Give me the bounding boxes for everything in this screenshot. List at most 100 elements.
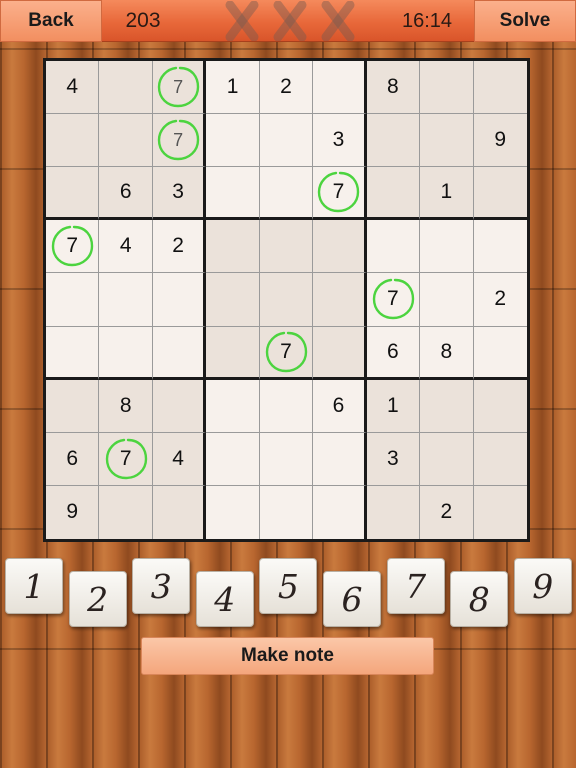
board-cell[interactable]: 8 xyxy=(420,326,474,380)
board-cell[interactable] xyxy=(206,432,260,486)
board-cell[interactable] xyxy=(259,432,314,486)
board-cell[interactable] xyxy=(152,379,207,433)
board-cell[interactable] xyxy=(99,485,153,539)
board-cell[interactable] xyxy=(206,379,260,433)
board-cell[interactable]: 7 xyxy=(313,167,367,221)
board-cell[interactable]: 3 xyxy=(366,432,421,486)
board-cell[interactable] xyxy=(313,485,367,539)
board-cell[interactable] xyxy=(473,326,527,380)
cell-value: 8 xyxy=(440,339,453,363)
board-cell[interactable]: 9 xyxy=(46,485,100,539)
board-cell[interactable] xyxy=(366,167,421,221)
cell-value: 6 xyxy=(387,339,399,363)
board-cell[interactable] xyxy=(366,114,421,168)
board-cell[interactable]: 7 xyxy=(259,326,314,380)
board-cell[interactable] xyxy=(99,61,153,115)
board-cell[interactable]: 3 xyxy=(313,114,367,168)
board-cell[interactable] xyxy=(206,220,260,274)
board-cell[interactable] xyxy=(46,273,100,327)
board-cell[interactable]: 6 xyxy=(99,167,153,221)
cell-note: 7 xyxy=(173,129,184,150)
board-cell[interactable] xyxy=(313,432,367,486)
board-cell[interactable] xyxy=(259,220,314,274)
board-cell[interactable] xyxy=(420,379,474,433)
board-cell[interactable] xyxy=(46,326,100,380)
board-cell[interactable] xyxy=(473,485,527,539)
board-cell[interactable] xyxy=(473,432,527,486)
board-cell[interactable] xyxy=(99,326,153,380)
board-cell[interactable]: 2 xyxy=(259,61,314,115)
board-cell[interactable] xyxy=(259,379,314,433)
board-cell[interactable] xyxy=(206,167,260,221)
board-cell[interactable] xyxy=(313,273,367,327)
number-key-3[interactable]: 3 xyxy=(132,558,191,614)
board-cell[interactable]: 7 xyxy=(152,114,207,168)
cell-value: 2 xyxy=(494,287,507,311)
number-key-7[interactable]: 7 xyxy=(386,558,445,614)
cell-value: 3 xyxy=(387,446,399,470)
board-cell[interactable] xyxy=(46,114,100,168)
board-cell[interactable]: 7 xyxy=(99,432,153,486)
board-cell[interactable] xyxy=(206,485,260,539)
board-cell[interactable]: 1 xyxy=(420,167,474,221)
board-cell[interactable] xyxy=(366,485,421,539)
board-cell[interactable] xyxy=(259,273,314,327)
make-note-button[interactable]: Make note xyxy=(141,637,434,675)
board-cell[interactable] xyxy=(152,485,207,539)
board-cell[interactable] xyxy=(473,379,527,433)
number-key-8[interactable]: 8 xyxy=(450,571,509,627)
number-key-9[interactable]: 9 xyxy=(513,558,572,614)
board-cell[interactable]: 2 xyxy=(420,485,474,539)
board-cell[interactable]: 1 xyxy=(366,379,421,433)
board-cell[interactable] xyxy=(420,432,474,486)
board-cell[interactable]: 7 xyxy=(46,220,100,274)
board-cell[interactable] xyxy=(420,61,474,115)
board-cell[interactable] xyxy=(313,61,367,115)
board-cell[interactable] xyxy=(99,273,153,327)
board-cell[interactable] xyxy=(420,220,474,274)
board-cell[interactable]: 4 xyxy=(99,220,153,274)
number-key-5[interactable]: 5 xyxy=(259,558,318,614)
board-cell[interactable] xyxy=(206,273,260,327)
board-cell[interactable] xyxy=(420,273,474,327)
board-cell[interactable] xyxy=(46,379,100,433)
board-cell[interactable]: 8 xyxy=(366,61,421,115)
board-cell[interactable] xyxy=(473,167,527,221)
board-cell[interactable] xyxy=(313,220,367,274)
board-cell[interactable] xyxy=(99,114,153,168)
top-bar: Back 203 16:14 Solve xyxy=(0,0,576,42)
solve-button[interactable]: Solve xyxy=(474,0,576,42)
board-cell[interactable] xyxy=(206,326,260,380)
board-cell[interactable]: 7 xyxy=(152,61,207,115)
number-key-2[interactable]: 2 xyxy=(68,571,127,627)
number-key-1[interactable]: 1 xyxy=(5,558,63,614)
board-cell[interactable]: 9 xyxy=(473,114,527,168)
board-cell[interactable]: 2 xyxy=(473,273,527,327)
board-cell[interactable] xyxy=(420,114,474,168)
board-cell[interactable] xyxy=(259,167,314,221)
board-cell[interactable] xyxy=(152,273,207,327)
number-key-4[interactable]: 4 xyxy=(195,571,254,627)
back-button[interactable]: Back xyxy=(0,0,102,42)
board-cell[interactable]: 1 xyxy=(206,61,260,115)
mistakes-indicator xyxy=(222,0,358,42)
board-cell[interactable] xyxy=(473,220,527,274)
board-cell[interactable]: 4 xyxy=(152,432,207,486)
board-cell[interactable] xyxy=(259,485,314,539)
board-cell[interactable]: 2 xyxy=(152,220,207,274)
board-cell[interactable]: 6 xyxy=(46,432,100,486)
board-cell[interactable] xyxy=(152,326,207,380)
board-cell[interactable] xyxy=(46,167,100,221)
board-cell[interactable]: 3 xyxy=(152,167,207,221)
board-cell[interactable] xyxy=(259,114,314,168)
board-cell[interactable]: 7 xyxy=(366,273,421,327)
board-cell[interactable]: 4 xyxy=(46,61,100,115)
board-cell[interactable] xyxy=(366,220,421,274)
board-cell[interactable] xyxy=(473,61,527,115)
number-key-6[interactable]: 6 xyxy=(323,571,381,627)
board-cell[interactable]: 6 xyxy=(313,379,367,433)
board-cell[interactable]: 6 xyxy=(366,326,421,380)
board-cell[interactable]: 8 xyxy=(99,379,153,433)
board-cell[interactable] xyxy=(313,326,367,380)
board-cell[interactable] xyxy=(206,114,260,168)
